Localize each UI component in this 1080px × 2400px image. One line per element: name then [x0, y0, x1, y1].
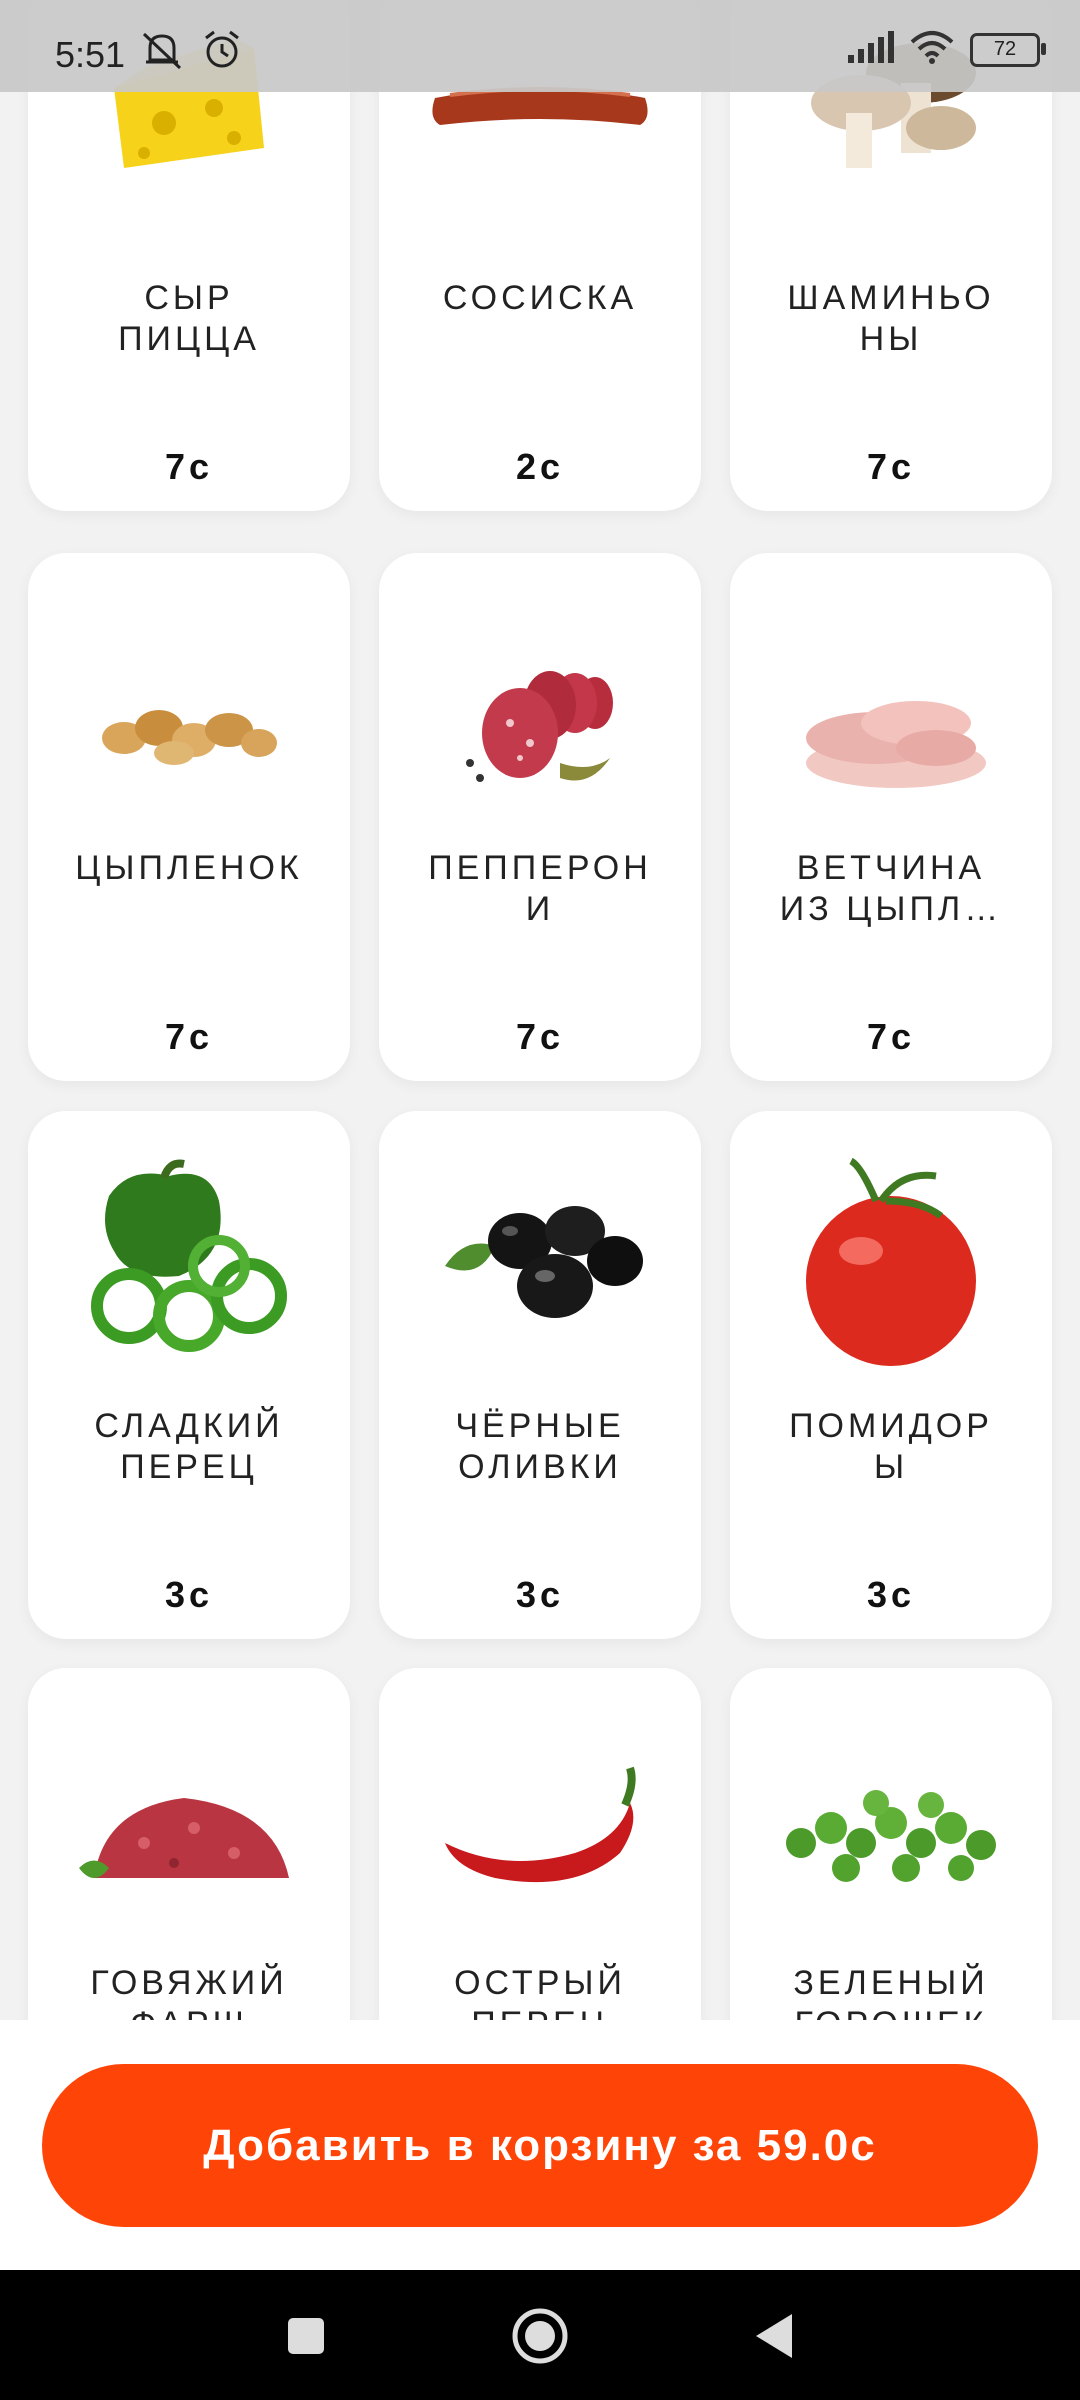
status-bar: 5:51 72: [0, 0, 1080, 92]
ingredient-price: 3с: [164, 1574, 214, 1615]
ingredient-price: 7с: [515, 1016, 565, 1057]
ingredient-price: 7с: [164, 446, 214, 487]
tomato-image: [730, 1141, 1052, 1381]
ingredient-card[interactable]: ПЕППЕРОН И 7с: [379, 553, 701, 1081]
olives-image: [379, 1141, 701, 1381]
ingredient-name: ПЕППЕРОН И: [428, 849, 652, 928]
ingredient-price: 7с: [866, 1016, 916, 1057]
chicken-image: [28, 613, 350, 853]
ham-image: [730, 613, 1052, 853]
ingredient-name: ПОМИДОР Ы: [789, 1407, 993, 1486]
status-icons-right: 72: [846, 30, 1046, 69]
recent-apps-icon[interactable]: [276, 2306, 336, 2366]
ingredient-name: СЫР ПИЦЦА: [118, 279, 260, 358]
add-to-cart-button[interactable]: Добавить в корзину за 59.0с: [42, 2064, 1038, 2227]
battery-icon: 72: [970, 32, 1046, 67]
ingredient-grid: СЫР ПИЦЦА 7с СОСИСКА 2с ШАМИНЬО НЫ 7с ЦЫ…: [0, 0, 1080, 2020]
ingredient-name: ГОВЯЖИЙ ФАРШ: [90, 1964, 288, 2020]
status-time: 5:51: [55, 34, 126, 75]
ingredient-name: ЧЁРНЫЕ ОЛИВКИ: [455, 1407, 625, 1486]
ingredient-name: ЗЕЛЕНЫЙ ГОРОШЕК: [793, 1964, 989, 2020]
notifications-off-icon: [140, 30, 184, 75]
green-peas-image: [730, 1713, 1052, 1953]
ingredient-name: СЛАДКИЙ ПЕРЕЦ: [94, 1407, 284, 1486]
signal-icon: [846, 31, 894, 68]
back-icon[interactable]: [744, 2306, 804, 2366]
ingredient-name: ШАМИНЬО НЫ: [787, 279, 995, 358]
ingredient-price: 7с: [164, 1016, 214, 1057]
ingredient-price: 3с: [515, 1574, 565, 1615]
minced-beef-image: [28, 1713, 350, 1953]
ingredient-name: СОСИСКА: [442, 279, 638, 317]
ingredient-price: 2с: [515, 446, 565, 487]
ingredient-card[interactable]: ЦЫПЛЕНОК 7с: [28, 553, 350, 1081]
ingredient-price: 7с: [866, 446, 916, 487]
alarm-icon: [202, 30, 242, 75]
ingredient-name: ВЕТЧИНА ИЗ ЦЫПЛ…: [779, 849, 1003, 928]
ingredient-price: 3с: [866, 1574, 916, 1615]
ingredient-name: ОСТРЫЙ ПЕРЕЦ: [454, 1964, 626, 2020]
chili-pepper-image: [379, 1713, 701, 1953]
ingredient-card[interactable]: ВЕТЧИНА ИЗ ЦЫПЛ… 7с: [730, 553, 1052, 1081]
navigation-bar: [0, 2270, 1080, 2400]
ingredient-card[interactable]: ПОМИДОР Ы 3с: [730, 1111, 1052, 1639]
status-icons-left: [140, 30, 242, 75]
ingredient-card[interactable]: ЧЁРНЫЕ ОЛИВКИ 3с: [379, 1111, 701, 1639]
wifi-icon: [910, 30, 954, 69]
ingredient-card[interactable]: СЛАДКИЙ ПЕРЕЦ 3с: [28, 1111, 350, 1639]
bell-pepper-image: [28, 1141, 350, 1381]
pepperoni-image: [379, 613, 701, 853]
home-icon[interactable]: [510, 2306, 570, 2366]
ingredient-card[interactable]: ГОВЯЖИЙ ФАРШ: [28, 1668, 350, 2020]
bottom-panel: Добавить в корзину за 59.0с: [0, 2020, 1080, 2270]
ingredient-name: ЦЫПЛЕНОК: [75, 849, 303, 887]
ingredient-card[interactable]: ОСТРЫЙ ПЕРЕЦ: [379, 1668, 701, 2020]
ingredient-card[interactable]: ЗЕЛЕНЫЙ ГОРОШЕК: [730, 1668, 1052, 2020]
